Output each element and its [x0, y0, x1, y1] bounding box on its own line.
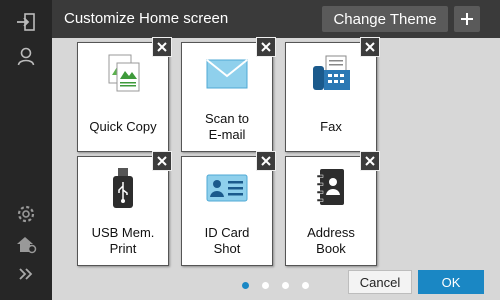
- page-title: Customize Home screen: [64, 10, 229, 27]
- tile-label: Address Book: [307, 225, 355, 256]
- gear-icon[interactable]: [14, 202, 38, 226]
- add-button[interactable]: [454, 6, 480, 32]
- tile-label: Scan to E-mail: [204, 111, 250, 142]
- tile-label: ID Card Shot: [204, 225, 250, 256]
- header: Customize Home screen Change Theme: [52, 0, 500, 38]
- page-indicator: [238, 282, 318, 292]
- tile-label: USB Mem. Print: [91, 225, 155, 256]
- page-dot-1[interactable]: [242, 282, 249, 289]
- tile-label: Fax: [320, 119, 342, 134]
- cancel-button[interactable]: Cancel: [348, 270, 412, 294]
- tile-usb-mem-print[interactable]: USB Mem. Print: [77, 151, 172, 266]
- tile-fax[interactable]: Fax: [285, 37, 380, 152]
- close-icon[interactable]: [152, 151, 172, 171]
- tile-grid-area: Quick Copy Scan to E-mail Fax USB Mem. P…: [52, 37, 500, 300]
- close-icon[interactable]: [256, 37, 276, 57]
- home-settings-icon[interactable]: [14, 232, 38, 256]
- sidebar: [0, 0, 52, 300]
- plus-icon: [461, 13, 473, 25]
- page-dot-4[interactable]: [302, 282, 309, 289]
- tile-address-book[interactable]: Address Book: [285, 151, 380, 266]
- page-dot-2[interactable]: [262, 282, 269, 289]
- tile-id-card-shot[interactable]: ID Card Shot: [181, 151, 276, 266]
- change-theme-button[interactable]: Change Theme: [322, 6, 448, 32]
- double-chevron-right-icon[interactable]: [14, 262, 38, 286]
- close-icon[interactable]: [360, 151, 380, 171]
- tile-label: Quick Copy: [89, 119, 157, 134]
- ok-button[interactable]: OK: [418, 270, 484, 294]
- tile-scan-to-email[interactable]: Scan to E-mail: [181, 37, 276, 152]
- close-icon[interactable]: [360, 37, 380, 57]
- user-icon[interactable]: [14, 44, 38, 68]
- close-icon[interactable]: [256, 151, 276, 171]
- page-dot-3[interactable]: [282, 282, 289, 289]
- login-icon[interactable]: [14, 10, 38, 34]
- tile-quick-copy[interactable]: Quick Copy: [77, 37, 172, 152]
- close-icon[interactable]: [152, 37, 172, 57]
